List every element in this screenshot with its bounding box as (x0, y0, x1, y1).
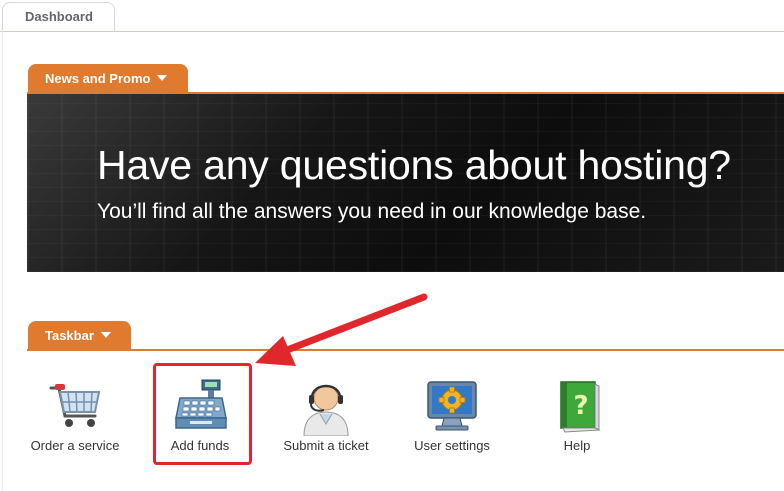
content-border (2, 31, 3, 491)
news-promo-tab[interactable]: News and Promo (28, 64, 188, 92)
user-settings-label: User settings (414, 438, 490, 453)
order-service-label: Order a service (30, 438, 120, 453)
support-agent-icon (303, 384, 349, 436)
tab-dashboard[interactable]: Dashboard (2, 2, 115, 31)
help-button[interactable]: ? Help (522, 372, 632, 462)
help-label: Help (563, 438, 591, 453)
top-tab-bar: Dashboard (0, 0, 784, 32)
caret-down-icon (100, 332, 111, 338)
news-promo-tab-label: News and Promo (45, 71, 151, 86)
monitor-gear-icon (427, 381, 477, 431)
user-settings-button[interactable]: User settings (397, 372, 507, 462)
banner-title: Have any questions about hosting? (97, 142, 731, 188)
highlight-box (153, 363, 252, 465)
taskbar-tab[interactable]: Taskbar (28, 321, 131, 349)
shopping-cart-icon (49, 384, 101, 427)
submit-ticket-label: Submit a ticket (283, 438, 369, 453)
taskbar-rule (27, 349, 784, 351)
caret-down-icon (157, 75, 168, 81)
order-service-button[interactable]: Order a service (20, 372, 130, 462)
promo-banner[interactable]: Have any questions about hosting? You’ll… (27, 94, 784, 272)
taskbar-tab-label: Taskbar (45, 328, 94, 343)
banner-subtitle: You’ll find all the answers you need in … (97, 200, 647, 223)
help-book-icon: ? (560, 381, 601, 433)
svg-text:?: ? (573, 391, 588, 421)
submit-ticket-button[interactable]: Submit a ticket (271, 372, 381, 462)
